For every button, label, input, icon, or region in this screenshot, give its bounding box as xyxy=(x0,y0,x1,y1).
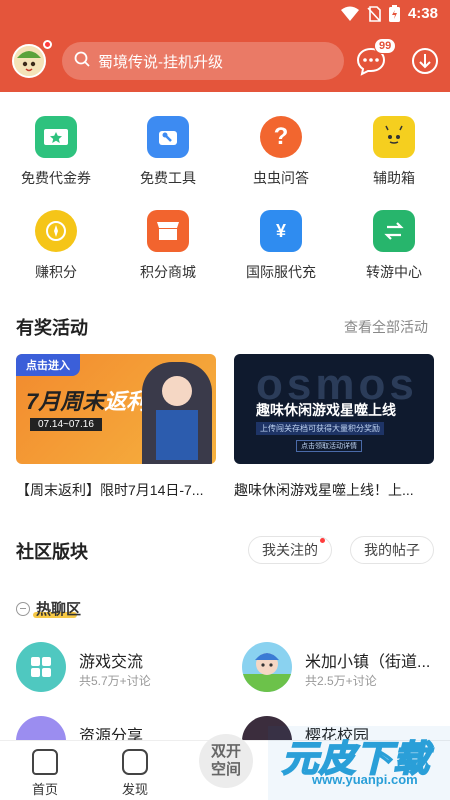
grid-item-qa[interactable]: ? 虫虫问答 xyxy=(225,116,337,188)
search-icon xyxy=(74,51,90,72)
board-discussion-count: 共2.5万+讨论 xyxy=(305,674,377,688)
grid-item-points-mall[interactable]: 积分商城 xyxy=(112,210,224,282)
nav-discover-label: 发现 xyxy=(121,782,148,797)
grid-label: 赚积分 xyxy=(35,264,77,280)
activity-caption[interactable]: 趣味休闲游戏星噬上线！上... xyxy=(234,480,434,500)
activity-banner-weekend-rebate[interactable]: 点击进入 7月周末返利 07.14~07.16 xyxy=(16,354,216,464)
grid-item-intl-topup[interactable]: ¥ 国际服代充 xyxy=(225,210,337,282)
question-icon: ? xyxy=(260,116,302,158)
transfer-icon xyxy=(373,210,415,252)
top-bar: 4:38 蜀境传说-挂机升级 99 xyxy=(0,0,450,92)
grid-label: 国际服代充 xyxy=(246,264,316,280)
banner-character-image xyxy=(142,362,212,464)
message-count-badge: 99 xyxy=(374,38,397,54)
download-icon xyxy=(412,48,438,74)
nav-home-label: 首页 xyxy=(31,782,58,797)
banner-date: 07.14~07.16 xyxy=(30,418,102,431)
wallet-icon: ¥ xyxy=(260,210,302,252)
battery-icon xyxy=(388,5,400,22)
coupon-icon xyxy=(35,116,77,158)
status-bar: 4:38 xyxy=(0,0,450,32)
coin-icon xyxy=(35,210,77,252)
board-name[interactable]: 米加小镇（街道... xyxy=(305,648,430,672)
grid-item-helper[interactable]: 辅助箱 xyxy=(338,116,450,188)
my-posts-tab[interactable]: 我的帖子 xyxy=(350,536,434,564)
activity-banner-osmos[interactable]: osmos 趣味休闲游戏星噬上线 上传闯关存档可获得大量积分奖励 点击领取活动详… xyxy=(234,354,434,464)
view-all-activities-link[interactable]: 查看全部活动 xyxy=(344,317,428,337)
download-button[interactable] xyxy=(410,46,440,76)
robot-icon xyxy=(373,116,415,158)
watermark-url: www.yuanpi.com xyxy=(312,772,418,787)
avatar[interactable] xyxy=(12,44,46,78)
activities-title: 有奖活动 xyxy=(16,318,88,338)
discover-icon xyxy=(122,749,148,775)
board-name[interactable]: 游戏交流 xyxy=(79,648,143,672)
dual-space-button[interactable]: 双开 空间 xyxy=(199,734,253,788)
grid-item-earn-points[interactable]: 赚积分 xyxy=(0,210,112,282)
clock: 4:38 xyxy=(407,5,438,22)
grid-label: 免费工具 xyxy=(140,170,196,186)
dual-space-label: 双开 空间 xyxy=(210,743,241,778)
board-discussion-count: 共5.7万+讨论 xyxy=(79,674,151,688)
following-notification-dot xyxy=(320,538,325,543)
grid-item-transfer[interactable]: 转游中心 xyxy=(338,210,450,282)
search-bar[interactable]: 蜀境传说-挂机升级 xyxy=(62,42,344,80)
banner-title: 趣味休闲游戏星噬上线 xyxy=(256,402,396,418)
grid-label: 免费代金券 xyxy=(21,170,91,186)
banner-line: 上传闯关存档可获得大量积分奖励 xyxy=(256,422,384,435)
mija-town-icon[interactable] xyxy=(242,642,292,692)
activity-caption[interactable]: 【周末返利】限时7月14日-7... xyxy=(16,480,216,500)
grid-label: 积分商城 xyxy=(140,264,196,280)
tool-icon xyxy=(147,116,189,158)
banner-small-button: 点击领取活动详情 xyxy=(296,440,362,452)
avatar-notification-dot xyxy=(43,40,52,49)
wifi-icon xyxy=(340,6,359,22)
community-title: 社区版块 xyxy=(16,542,88,562)
hot-chat-label: 热聊区 xyxy=(36,601,82,618)
grid-item-tools[interactable]: 免费工具 xyxy=(112,116,224,188)
banner-tag: 点击进入 xyxy=(16,354,80,376)
hot-chat-header[interactable]: 热聊区 xyxy=(16,598,81,619)
game-exchange-icon[interactable] xyxy=(16,642,66,692)
grid-item-coupon[interactable]: 免费代金券 xyxy=(0,116,112,188)
no-sim-icon xyxy=(367,5,381,22)
banner-title-part-a: 7月周末 xyxy=(26,389,105,414)
grid-label: 虫虫问答 xyxy=(253,170,309,186)
shop-icon xyxy=(147,210,189,252)
nav-home[interactable]: 首页 xyxy=(15,749,75,798)
grid-label: 辅助箱 xyxy=(373,170,415,186)
home-icon xyxy=(32,749,58,775)
search-placeholder: 蜀境传说-挂机升级 xyxy=(98,53,223,71)
nav-discover[interactable]: 发现 xyxy=(105,749,165,798)
grid-label: 转游中心 xyxy=(366,264,422,280)
collapse-icon xyxy=(16,601,30,616)
